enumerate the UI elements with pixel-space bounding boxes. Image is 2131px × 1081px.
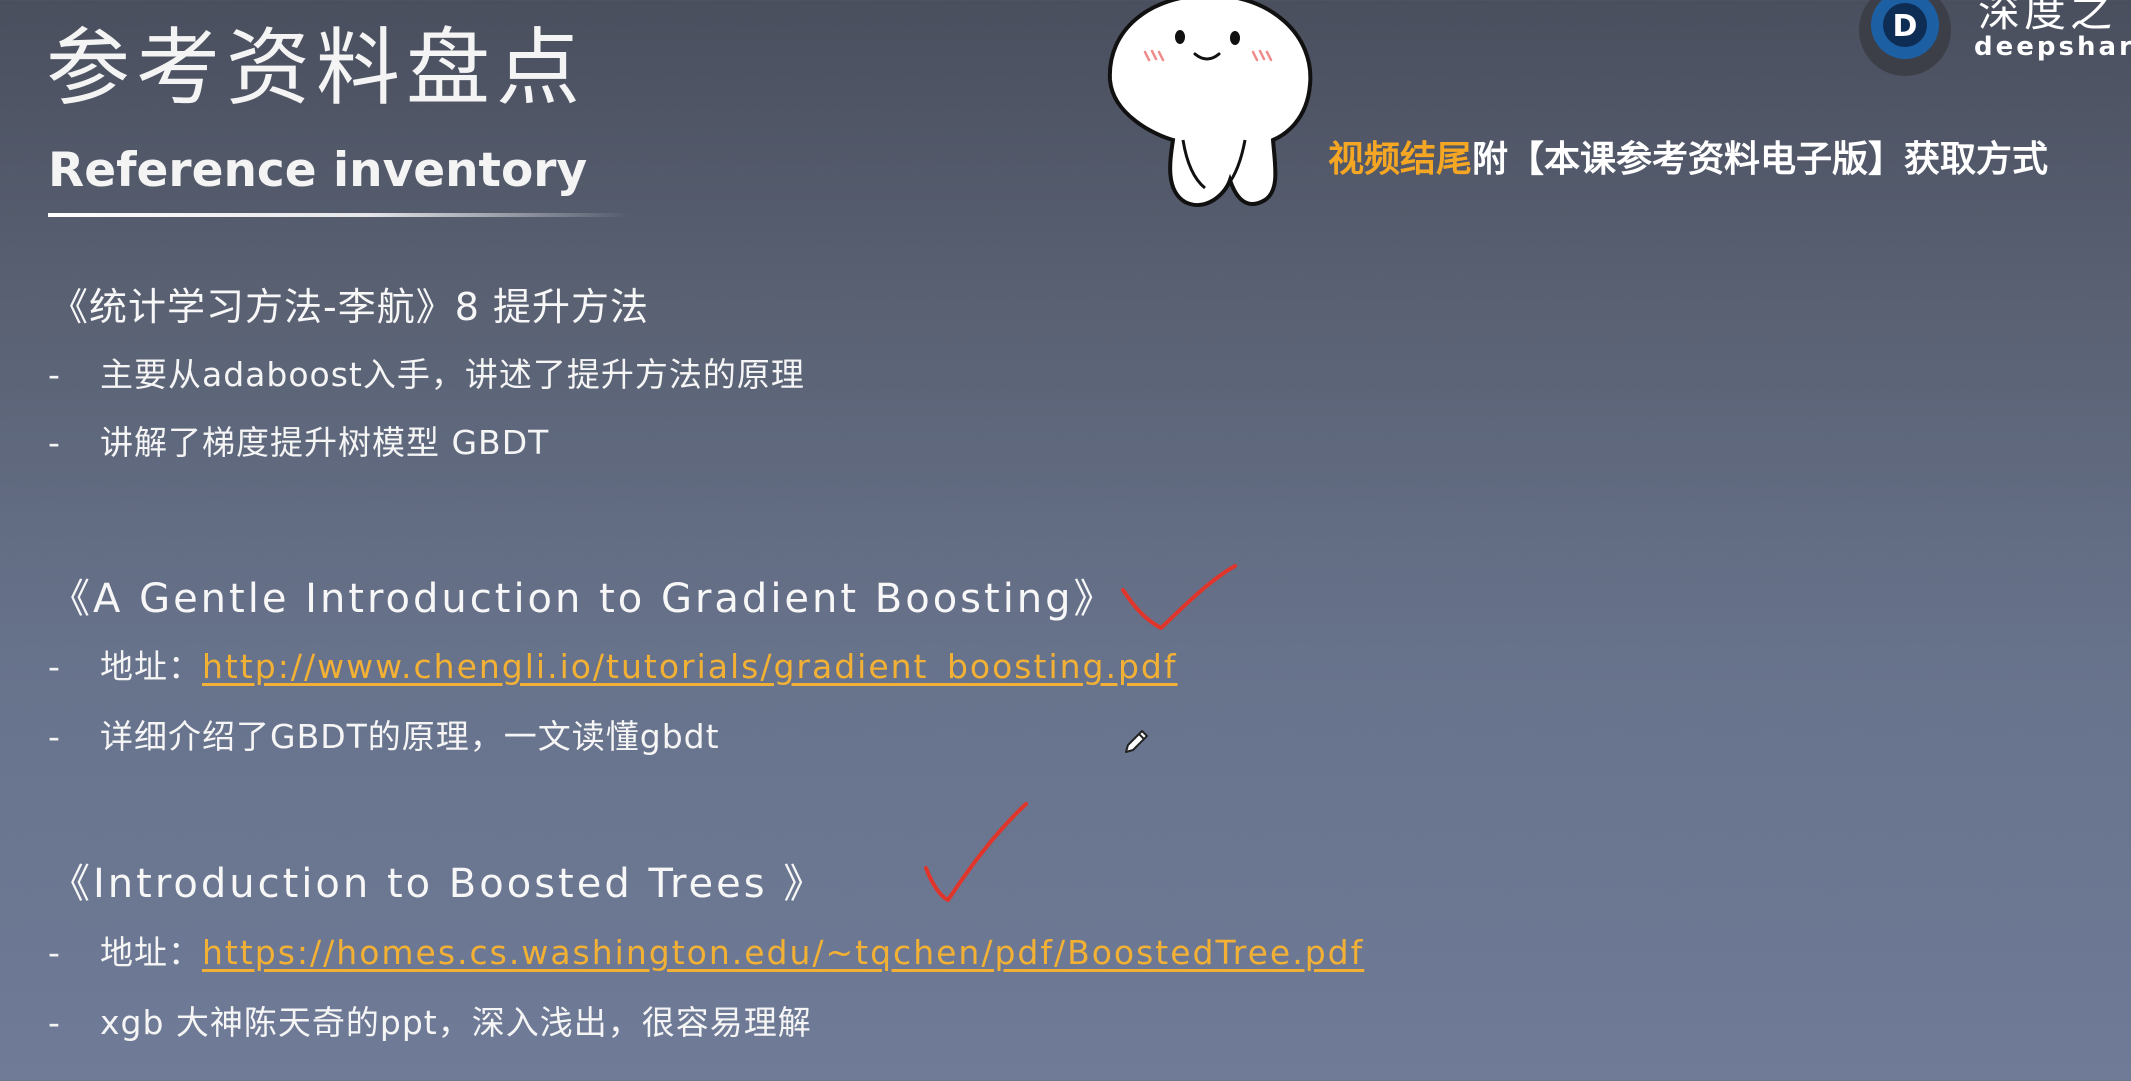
bullet-dash: - — [48, 933, 60, 972]
logo-mark: D — [1893, 9, 1918, 44]
bullet-dash: - — [48, 647, 60, 686]
list-item: - xgb 大神陈天奇的ppt，深入浅出，很容易理解 — [48, 996, 812, 1044]
mascot-illustration — [1107, 0, 1313, 207]
bullet-text: 讲解了梯度提升树模型 GBDT — [100, 423, 550, 462]
list-item: - 地址： http://www.chengli.io/tutorials/gr… — [48, 640, 1177, 688]
section-title-1: 《统计学习方法-李航》8 提升方法 — [50, 285, 649, 329]
list-item: - 地址： https://homes.cs.washington.edu/~t… — [48, 926, 1364, 974]
bullet-dash: - — [48, 717, 60, 756]
bullet-dash: - — [48, 1003, 60, 1042]
bullet-dash: - — [48, 423, 60, 462]
bullet-text: xgb 大神陈天奇的ppt，深入浅出，很容易理解 — [100, 1003, 812, 1042]
list-item: - 详细介绍了GBDT的原理，一文读懂gbdt — [48, 710, 720, 758]
logo-text-en: deepshare. — [1974, 32, 2131, 62]
list-item: - 讲解了梯度提升树模型 GBDT — [48, 416, 549, 464]
address-label: 地址： — [100, 933, 202, 972]
page-title: 参考资料盘点 — [46, 19, 587, 117]
pencil-cursor-icon — [1125, 730, 1148, 753]
promo-banner: 视频结尾附【本课参考资料电子版】获取方式 — [1328, 130, 2048, 182]
logo-eye-icon: D — [1859, 0, 1951, 76]
promo-rest: 附【本课参考资料电子版】获取方式 — [1472, 139, 2049, 180]
title-underline — [48, 213, 628, 217]
reference-link[interactable]: https://homes.cs.washington.edu/~tqchen/… — [202, 933, 1364, 972]
address-label: 地址： — [100, 647, 202, 686]
page-subtitle: Reference inventory — [48, 143, 588, 198]
bullet-dash: - — [48, 355, 60, 394]
checkmark-icon — [1121, 564, 1237, 630]
bullet-text: 主要从adaboost入手，讲述了提升方法的原理 — [100, 355, 805, 394]
section-title-3: 《Introduction to Boosted Trees 》 — [50, 861, 827, 907]
section-title-2: 《A Gentle Introduction to Gradient Boost… — [50, 576, 1117, 622]
list-item: - 主要从adaboost入手，讲述了提升方法的原理 — [48, 348, 805, 396]
reference-link[interactable]: http://www.chengli.io/tutorials/gradient… — [202, 647, 1177, 686]
checkmark-icon — [924, 802, 1028, 902]
bullet-text: 详细介绍了GBDT的原理，一文读懂gbdt — [100, 717, 720, 756]
promo-highlight: 视频结尾 — [1328, 139, 1473, 180]
